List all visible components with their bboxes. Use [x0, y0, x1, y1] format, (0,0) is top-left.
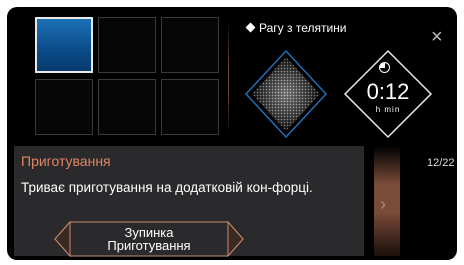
- stop-button-line2: Приготування: [107, 238, 191, 253]
- cooking-zone-3[interactable]: [161, 17, 219, 73]
- timer-units: h min: [375, 105, 401, 114]
- recipe-title: Рагу з телятини: [245, 21, 347, 35]
- chevron-right-icon: ›: [380, 194, 386, 214]
- panel-title: Приготування: [21, 153, 111, 169]
- diamond-bullet-icon: [245, 22, 256, 33]
- timer-display[interactable]: 0:12 h min: [343, 49, 433, 139]
- cooking-zone-6[interactable]: [161, 79, 219, 135]
- timer-value: 0:12: [366, 79, 410, 104]
- stop-cooking-button[interactable]: Зупинка Приготування: [54, 221, 244, 257]
- cooking-zone-1[interactable]: [35, 17, 93, 73]
- cooking-zone-2[interactable]: [98, 17, 156, 73]
- clock-icon: [379, 62, 390, 73]
- page-indicator: 12/22: [427, 157, 455, 169]
- divider: [228, 19, 229, 137]
- panel-message: Триває приготування на додатковій кон-фо…: [21, 180, 313, 195]
- power-level-dial[interactable]: [244, 49, 328, 139]
- close-icon[interactable]: ×: [431, 27, 443, 47]
- cooking-zone-grid: [35, 17, 219, 145]
- status-panel: Приготування Триває приготування на дода…: [14, 146, 364, 257]
- next-page-scroll[interactable]: ›: [374, 146, 400, 256]
- hob-screen: Рагу з телятини × 0:12 h min Приготуванн…: [7, 7, 457, 260]
- cooking-zone-4[interactable]: [35, 79, 93, 135]
- cooking-zone-5[interactable]: [98, 79, 156, 135]
